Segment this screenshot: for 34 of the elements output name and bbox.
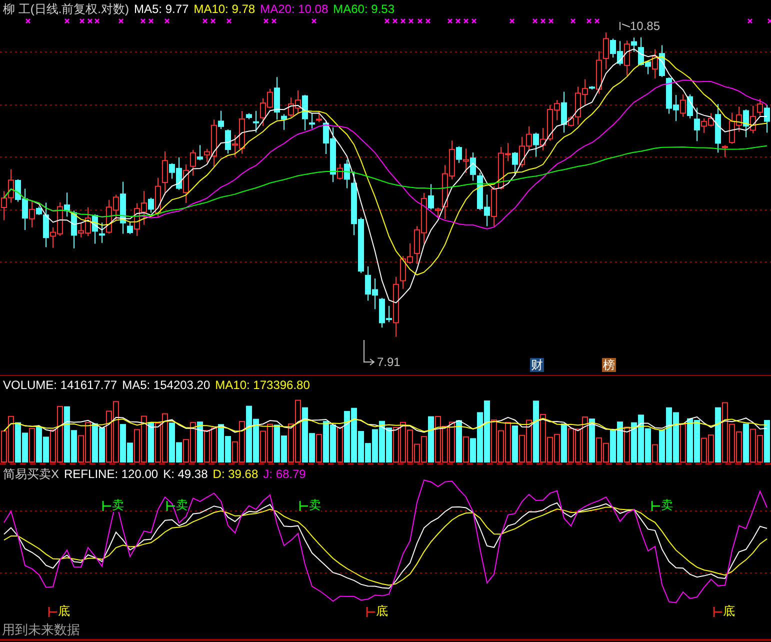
indicator-value: REFLINE: 120.00	[64, 467, 158, 481]
indicator-value: VOLUME: 141617.77	[3, 378, 118, 392]
indicator-value: D: 39.68	[212, 467, 258, 481]
indicator-value: MA60: 9.53	[333, 2, 394, 16]
indicator-value: MA20: 10.08	[260, 2, 328, 16]
indicator-value: MA10: 173396.80	[215, 378, 310, 392]
signal-text: 底	[723, 605, 735, 618]
marker-icon	[299, 500, 309, 512]
chart-title: 柳 工(日线.前复权.对数)	[3, 2, 129, 16]
marker-icon	[366, 606, 376, 618]
indicator-value: J: 68.79	[263, 467, 306, 481]
indicator-value: MA5: 154203.20	[122, 378, 210, 392]
indicator-value: MA10: 9.78	[194, 2, 256, 16]
marker-icon	[48, 606, 58, 618]
low-price-label: 7.91	[377, 355, 400, 369]
leader-line	[364, 340, 375, 366]
marker-icon	[713, 606, 723, 618]
signal-text: 卖	[309, 499, 321, 512]
indicator-value: MA5: 9.77	[134, 2, 189, 16]
signal-text: 卖	[661, 499, 673, 512]
signal-text: 底	[58, 605, 70, 618]
signal-text: 卖	[112, 499, 124, 512]
signal-text: 底	[376, 605, 388, 618]
indicator-value: K: 49.38	[163, 467, 208, 481]
indicator-title: 简易买卖X	[3, 467, 60, 481]
warning-note: 用到未来数据	[2, 622, 80, 637]
event-badge[interactable]: 财	[530, 358, 544, 372]
event-badge[interactable]: 榜	[602, 358, 616, 372]
signal-text: 卖	[176, 499, 188, 512]
marker-icon	[651, 500, 661, 512]
marker-icon	[166, 500, 176, 512]
high-price-label: 10.85	[630, 19, 660, 33]
leader-line	[620, 22, 630, 30]
marker-icon	[102, 500, 112, 512]
